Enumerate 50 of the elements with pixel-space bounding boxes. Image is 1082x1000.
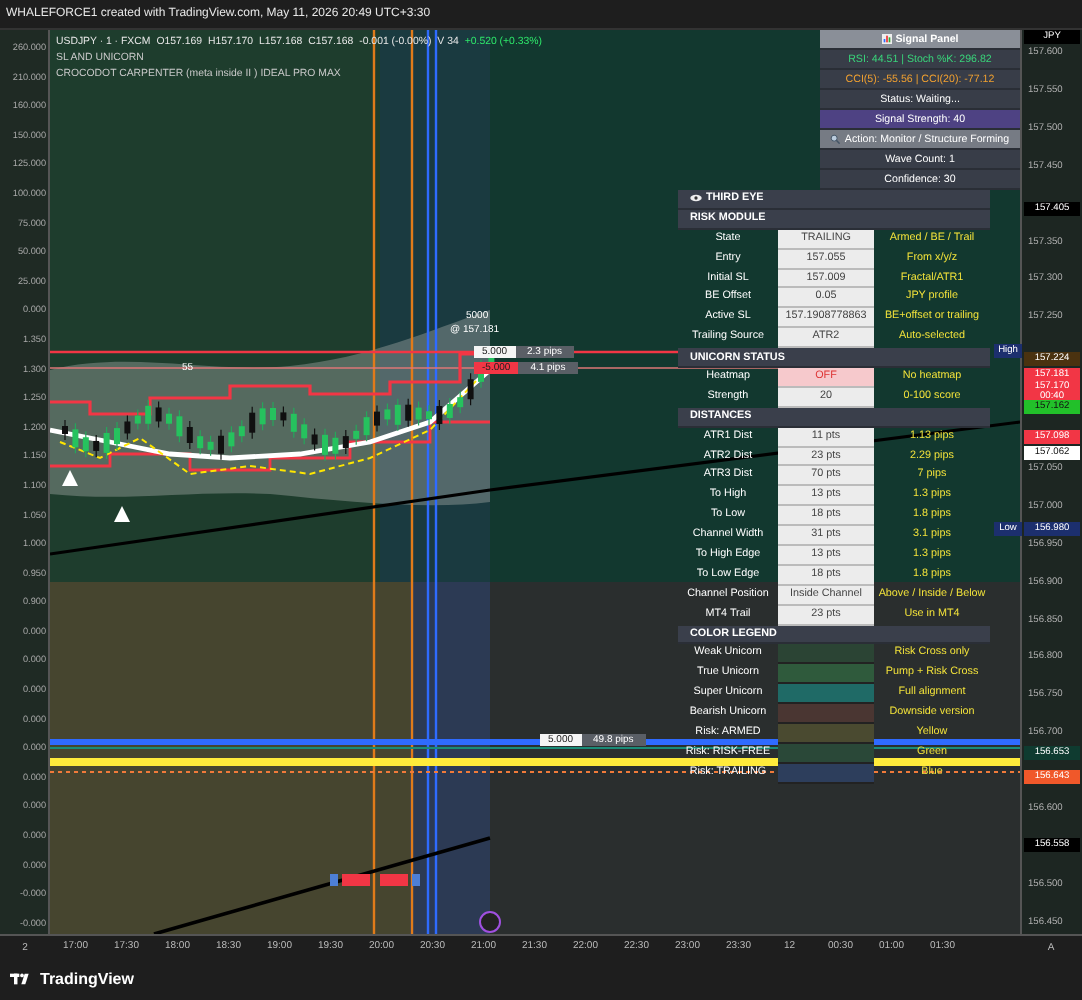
candlestick — [155, 400, 162, 429]
trade-marker — [412, 874, 420, 886]
candlestick — [93, 434, 100, 458]
brand-name: TradingView — [40, 970, 134, 988]
trade-marker — [330, 874, 338, 886]
logo-icon — [10, 972, 34, 986]
candlestick — [311, 427, 318, 452]
candlestick — [332, 431, 339, 461]
candlestick — [186, 420, 193, 450]
candlestick — [290, 407, 297, 439]
candlestick — [176, 409, 183, 443]
candlestick — [218, 429, 224, 461]
candlestick — [124, 414, 131, 441]
candlestick — [259, 401, 266, 431]
candlestick — [342, 429, 349, 455]
candlestick — [238, 419, 245, 443]
candlestick — [207, 435, 214, 457]
triangle-marker — [62, 470, 78, 486]
candlestick — [384, 402, 391, 427]
candlestick — [228, 425, 235, 453]
candlestick — [426, 404, 432, 426]
candlestick — [322, 428, 328, 462]
candlestick — [405, 398, 412, 428]
candlestick — [249, 406, 256, 440]
candlestick — [467, 372, 474, 406]
candlestick — [197, 429, 204, 455]
candlestick — [446, 397, 453, 425]
candlestick — [114, 421, 120, 451]
candlestick — [134, 409, 141, 431]
triangle-marker — [114, 506, 130, 522]
trade-marker — [380, 874, 408, 886]
bar-chart-icon — [881, 34, 892, 44]
trade-marker — [342, 874, 370, 886]
candlestick — [72, 422, 79, 454]
candlestick — [363, 410, 370, 442]
candlestick — [62, 419, 68, 441]
candlestick — [103, 426, 110, 460]
candlestick — [457, 390, 464, 414]
candlestick — [436, 399, 443, 431]
candlestick — [270, 401, 276, 427]
candlestick — [301, 417, 308, 445]
candlestick — [145, 399, 152, 431]
candlestick — [82, 430, 89, 458]
candlestick — [353, 424, 360, 446]
candlestick — [374, 405, 380, 433]
candlestick — [280, 405, 287, 427]
candlestick — [415, 401, 422, 427]
candlestick — [394, 398, 401, 432]
candlestick — [166, 407, 172, 431]
magnifier-icon — [830, 134, 841, 144]
